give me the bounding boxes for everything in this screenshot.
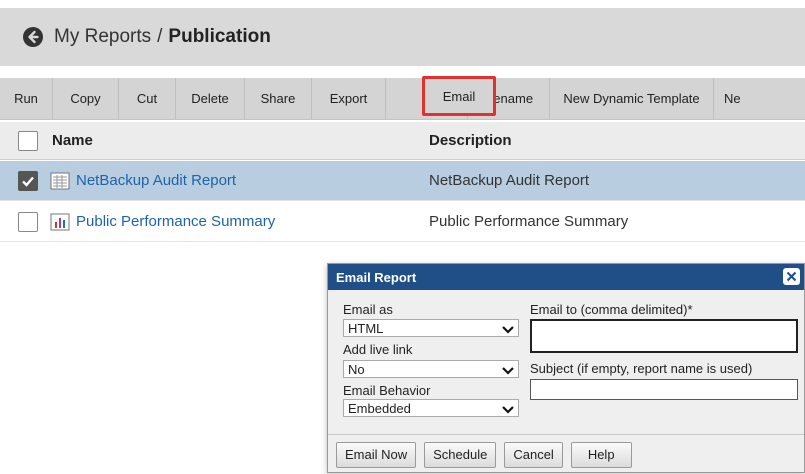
live-link-label: Add live link (343, 342, 413, 357)
new-button-truncated[interactable]: Ne (714, 78, 805, 119)
export-button[interactable]: Export (312, 78, 386, 119)
schedule-button[interactable]: Schedule (424, 441, 497, 468)
email-to-field[interactable] (530, 319, 798, 353)
email-behavior-select[interactable]: Embedded (343, 399, 519, 417)
breadcrumb-my-reports[interactable]: My Reports (54, 26, 151, 48)
name-column-header[interactable]: Name (52, 132, 93, 149)
table-row[interactable]: Public Performance Summary Public Perfor… (0, 202, 805, 242)
live-link-value: No (348, 361, 365, 377)
back-arrow-icon[interactable] (22, 26, 44, 48)
help-button[interactable]: Help (570, 441, 632, 468)
cut-button[interactable]: Cut (119, 78, 176, 119)
row-checkbox[interactable] (18, 211, 38, 232)
dialog-title-bar[interactable]: Email Report (328, 264, 804, 290)
chevron-down-icon (502, 403, 514, 418)
email-as-label: Email as (343, 302, 393, 317)
email-as-value: HTML (348, 320, 384, 336)
email-now-button[interactable]: Email Now (336, 441, 417, 468)
chevron-down-icon (502, 323, 514, 338)
list-header: Name Description (0, 122, 805, 160)
report-description: Public Performance Summary (429, 213, 629, 230)
table-report-icon (50, 172, 70, 190)
email-as-select[interactable]: HTML (343, 319, 519, 337)
run-button[interactable]: Run (0, 78, 53, 119)
cancel-button[interactable]: Cancel (504, 441, 563, 468)
toolbar: Run Copy Cut Delete Share Export Rename … (0, 78, 805, 120)
live-link-select[interactable]: No (343, 360, 519, 378)
email-behavior-value: Embedded (348, 400, 411, 416)
select-all-checkbox[interactable] (18, 130, 38, 151)
row-checkbox[interactable] (18, 170, 38, 191)
email-button[interactable]: Email (422, 76, 496, 116)
delete-button[interactable]: Delete (176, 78, 245, 119)
chevron-down-icon (502, 364, 514, 379)
dialog-footer: Email Now Schedule Cancel Help (328, 434, 804, 474)
email-behavior-label: Email Behavior (343, 383, 431, 398)
email-to-label: Email to (comma delimited)* (530, 302, 693, 317)
report-link[interactable]: NetBackup Audit Report (76, 172, 236, 189)
report-description: NetBackup Audit Report (429, 172, 590, 189)
copy-button[interactable]: Copy (53, 78, 119, 119)
close-icon[interactable] (783, 268, 800, 285)
breadcrumb: My Reports / Publication (0, 8, 805, 66)
description-column-header[interactable]: Description (429, 132, 512, 149)
breadcrumb-current: Publication (168, 26, 271, 47)
dialog-title: Email Report (336, 269, 417, 285)
report-link[interactable]: Public Performance Summary (76, 213, 275, 230)
subject-label: Subject (if empty, report name is used) (530, 361, 753, 376)
table-row[interactable]: NetBackup Audit Report NetBackup Audit R… (0, 161, 805, 201)
email-report-dialog: Email Report Email as HTML Add live link… (327, 263, 805, 473)
share-button[interactable]: Share (245, 78, 312, 119)
breadcrumb-separator: / (157, 26, 163, 47)
new-dynamic-template-button[interactable]: New Dynamic Template (550, 78, 714, 119)
subject-field[interactable] (530, 379, 798, 400)
bar-chart-report-icon (50, 213, 70, 231)
